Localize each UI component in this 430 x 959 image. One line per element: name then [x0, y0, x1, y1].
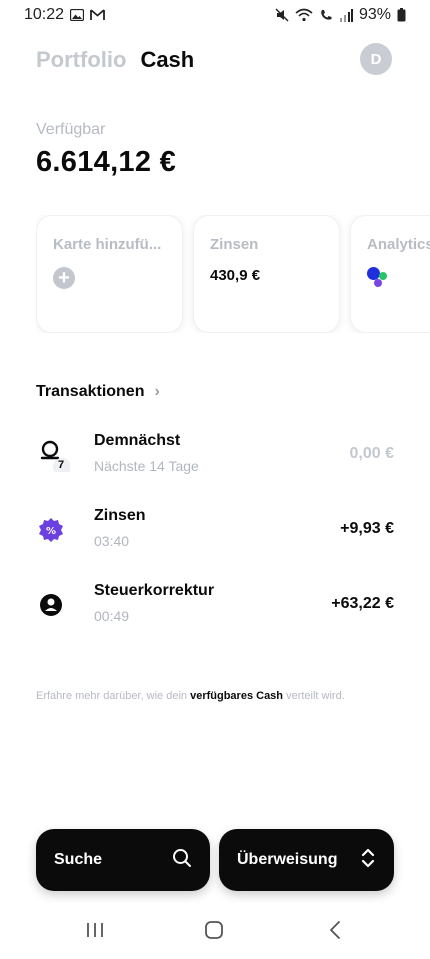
percent-badge-icon: %	[36, 513, 70, 547]
search-button-label: Suche	[54, 851, 103, 868]
transaction-row[interactable]: 7 Demnächst Nächste 14 Tage 0,00 €	[36, 432, 394, 482]
upcoming-icon: 7	[36, 438, 71, 476]
mute-icon	[275, 8, 289, 22]
transfer-button[interactable]: Überweisung	[219, 829, 394, 891]
tab-cash[interactable]: Cash	[140, 47, 194, 73]
back-icon[interactable]	[326, 920, 346, 945]
tab-portfolio[interactable]: Portfolio	[36, 47, 126, 73]
status-bar: 10:22 93%	[0, 0, 430, 30]
card-title: Analytics	[367, 236, 430, 253]
avatar[interactable]: D	[360, 43, 392, 75]
search-icon	[172, 848, 192, 873]
transactions-title: Transaktionen	[36, 383, 145, 400]
upcoming-badge: 7	[58, 459, 65, 471]
status-time: 10:22	[24, 6, 65, 23]
person-circle-icon	[36, 588, 70, 622]
transaction-name: Demnächst	[94, 432, 181, 449]
info-suffix: verteilt wird.	[283, 690, 345, 702]
card-add-card[interactable]: Karte hinzufü... +	[36, 215, 183, 333]
dots-icon	[367, 267, 397, 293]
header: Portfolio Cash D	[36, 42, 394, 78]
transaction-amount: +9,93 €	[340, 520, 394, 537]
recent-apps-icon[interactable]	[85, 920, 105, 945]
wifi-call-icon	[319, 8, 333, 22]
battery-percent: 93%	[358, 6, 391, 23]
cash-info-text: Erfahre mehr darüber, wie dein verfügbar…	[36, 690, 410, 702]
card-title: Karte hinzufü...	[53, 236, 162, 253]
card-interest[interactable]: Zinsen 430,9 €	[193, 215, 340, 333]
info-link[interactable]: verfügbares Cash	[190, 690, 283, 702]
transfer-button-label: Überweisung	[237, 851, 338, 868]
home-icon[interactable]	[204, 920, 224, 945]
transaction-row[interactable]: Steuerkorrektur 00:49 +63,22 €	[36, 582, 394, 632]
signal-icon	[339, 8, 353, 22]
card-value: 430,9 €	[210, 267, 261, 284]
gmail-icon	[90, 9, 105, 21]
search-button[interactable]: Suche	[36, 829, 210, 891]
transaction-sub: 03:40	[94, 533, 130, 549]
balance-value: 6.614,12 €	[36, 146, 177, 178]
swap-vertical-icon	[360, 847, 376, 874]
transaction-sub: Nächste 14 Tage	[94, 458, 199, 474]
balance-label: Verfügbar	[36, 121, 106, 138]
transaction-name: Zinsen	[94, 507, 146, 524]
cards-carousel[interactable]: Karte hinzufü... + Zinsen 430,9 € Analyt…	[36, 215, 430, 333]
system-nav-bar	[0, 910, 430, 955]
transactions-header[interactable]: Transaktionen ›	[36, 383, 160, 401]
transaction-amount: +63,22 €	[331, 595, 394, 612]
card-title: Zinsen	[210, 236, 259, 253]
transaction-amount: 0,00 €	[349, 445, 394, 462]
wifi-icon	[295, 8, 313, 22]
image-icon	[70, 9, 85, 21]
card-analytics[interactable]: Analytics	[350, 215, 430, 333]
transaction-name: Steuerkorrektur	[94, 582, 215, 599]
svg-text:%: %	[46, 526, 56, 537]
transaction-sub: 00:49	[94, 608, 130, 624]
battery-icon	[397, 8, 406, 22]
info-prefix: Erfahre mehr darüber, wie dein	[36, 690, 191, 702]
plus-icon: +	[53, 267, 75, 289]
chevron-right-icon: ›	[154, 383, 160, 400]
transaction-row[interactable]: % Zinsen 03:40 +9,93 €	[36, 507, 394, 557]
